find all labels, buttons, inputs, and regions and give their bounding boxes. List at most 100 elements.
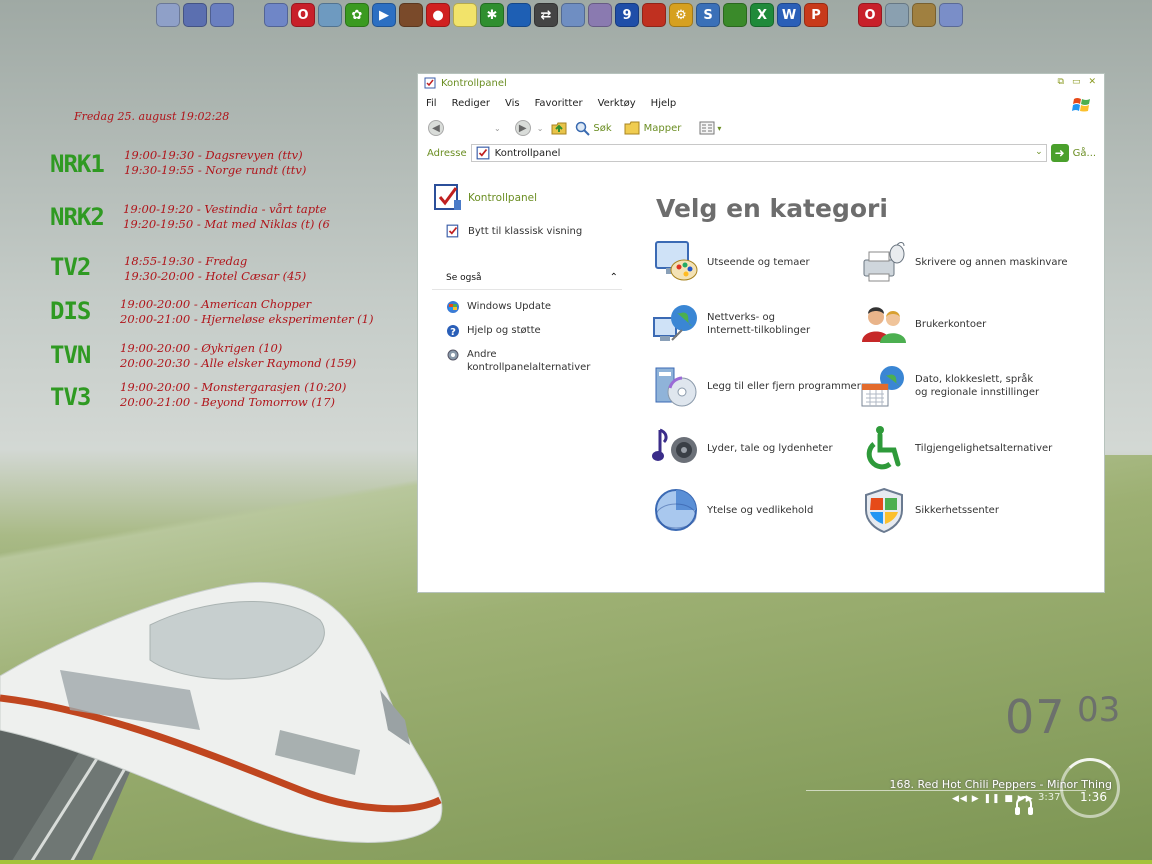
up-folder-icon[interactable] <box>551 120 567 136</box>
program-line: 19:00-20:00 - Øykrigen (10) <box>120 341 283 355</box>
book-icon[interactable] <box>183 3 207 27</box>
opera-icon[interactable]: O <box>291 3 315 27</box>
category-security-center[interactable]: Sikkerhetssenter <box>860 486 999 534</box>
brush-icon[interactable] <box>588 3 612 27</box>
address-input[interactable]: Kontrollpanel ⌄ <box>470 144 1047 162</box>
menu-vis[interactable]: Vis <box>505 98 520 109</box>
program-line: 19:30-19:55 - Norge rundt (ttv) <box>124 163 307 177</box>
note-icon[interactable] <box>453 3 477 27</box>
word-icon[interactable]: W <box>777 3 801 27</box>
gear-icon <box>447 349 459 361</box>
category-accessibility[interactable]: Tilgjengelighetsalternativer <box>860 424 1052 472</box>
forward-dropdown-icon[interactable]: ⌄ <box>537 124 544 133</box>
excel-icon[interactable]: X <box>750 3 774 27</box>
program-line: 19:00-20:00 - American Chopper <box>120 297 312 311</box>
chart-icon[interactable] <box>723 3 747 27</box>
mail-icon[interactable] <box>264 3 288 27</box>
back-dropdown-icon[interactable]: ⌄ <box>494 124 501 133</box>
category-sounds[interactable]: Lyder, tale og lydenheter <box>652 424 833 472</box>
switch-classic-view-link[interactable]: Bytt til klassisk visning <box>446 224 622 238</box>
camera-icon[interactable] <box>561 3 585 27</box>
program-line: 19:30-20:00 - Hotel Cæsar (45) <box>124 269 307 283</box>
collapse-chevron-icon[interactable]: ⌃ <box>610 272 618 283</box>
icq-icon[interactable]: ✿ <box>345 3 369 27</box>
notebook-icon[interactable] <box>210 3 234 27</box>
category-network[interactable]: Nettverks- og Internett-tilkoblinger <box>652 300 817 348</box>
see-also-help-support[interactable]: ? Hjelp og støtte <box>446 324 622 338</box>
menu-rediger[interactable]: Rediger <box>452 98 490 109</box>
channel-nrk2-programs: 19:00-19:20 - Vestindia - vårt tapte 19:… <box>123 202 330 232</box>
see-also-other-options-label: Andre kontrollpanelalternativer <box>467 349 591 373</box>
address-label: Adresse <box>427 147 467 159</box>
control-panel-window[interactable]: Kontrollpanel ⧉ ▭ ✕ Fil Rediger Vis Favo… <box>417 73 1105 593</box>
close-button[interactable]: ✕ <box>1088 77 1096 87</box>
quick-launch-bar: O ✿ ▶ ● ✱ ⇄ 9 ⚙ S X W P O <box>156 0 963 30</box>
go-label[interactable]: Gå... <box>1073 148 1096 159</box>
views-dropdown-icon[interactable]: ▾ <box>717 124 721 133</box>
category-add-remove-programs[interactable]: Legg til eller fjern programmer <box>652 362 861 410</box>
category-printers[interactable]: Skrivere og annen maskinvare <box>860 238 1068 286</box>
folders-icon <box>624 121 640 135</box>
see-also-header[interactable]: Se også ⌃ <box>432 272 622 290</box>
left-pane-title-text: Kontrollpanel <box>468 192 538 204</box>
control-panel-large-icon <box>434 184 461 210</box>
category-network-label: Nettverks- og Internett-tilkoblinger <box>707 312 811 336</box>
title-bar[interactable]: Kontrollpanel <box>418 74 1104 92</box>
channel-dis-programs: 19:00-20:00 - American Chopper 20:00-21:… <box>120 297 373 327</box>
menu-fil[interactable]: Fil <box>426 98 437 109</box>
menu-hjelp[interactable]: Hjelp <box>651 98 677 109</box>
folder-blue-icon[interactable] <box>939 3 963 27</box>
category-user-accounts[interactable]: Brukerkontoer <box>860 300 986 348</box>
player-progress-line[interactable] <box>806 790 1086 791</box>
gear-green-icon[interactable]: ✱ <box>480 3 504 27</box>
restore-button[interactable]: ⧉ <box>1058 77 1064 87</box>
category-performance-label: Ytelse og vedlikehold <box>707 504 814 516</box>
pencils-icon[interactable] <box>912 3 936 27</box>
menu-verktoy[interactable]: Verktøy <box>598 98 636 109</box>
opera-2-icon[interactable]: O <box>858 3 882 27</box>
bird-icon[interactable] <box>507 3 531 27</box>
nine-icon[interactable]: 9 <box>615 3 639 27</box>
arrows-icon[interactable]: ⇄ <box>534 3 558 27</box>
category-appearance-label: Utseende og temaer <box>707 256 810 268</box>
category-performance[interactable]: Ytelse og vedlikehold <box>652 486 813 534</box>
media-player-icon[interactable]: ▶ <box>372 3 396 27</box>
forward-button[interactable]: ▶ <box>514 120 531 136</box>
go-button[interactable]: ➜ <box>1050 144 1069 162</box>
menu-favoritter[interactable]: Favoritter <box>535 98 583 109</box>
train-illustration <box>0 581 443 864</box>
accessibility-icon <box>866 426 901 470</box>
folders-button[interactable]: Mapper <box>644 123 682 134</box>
back-button[interactable]: ◀ <box>428 120 444 136</box>
record-icon[interactable]: ● <box>426 3 450 27</box>
category-security-center-label: Sikkerhetssenter <box>915 504 999 516</box>
address-bar: Adresse Kontrollpanel ⌄ ➜ Gå... <box>418 142 1104 164</box>
category-appearance[interactable]: Utseende og temaer <box>652 238 810 286</box>
recycle-bin-icon[interactable] <box>156 3 180 27</box>
see-also-windows-update[interactable]: Windows Update <box>446 300 622 314</box>
category-printers-label: Skrivere og annen maskinvare <box>915 256 1068 268</box>
see-also-other-options[interactable]: Andre kontrollpanelalternativer <box>446 348 622 374</box>
address-dropdown-icon[interactable]: ⌄ <box>1035 147 1043 157</box>
track-total-time: 3:37 <box>1038 792 1061 803</box>
channel-tv3-programs: 19:00-20:00 - Monstergarasjen (10:20) 20… <box>120 380 346 410</box>
skype-icon[interactable]: S <box>696 3 720 27</box>
channel-tv2-programs: 18:55-19:30 - Fredag 19:30-20:00 - Hotel… <box>124 254 306 284</box>
minimize-button[interactable]: ▭ <box>1072 77 1081 87</box>
burner-icon[interactable] <box>642 3 666 27</box>
channel-tv3: TV3 <box>50 383 91 411</box>
monitor-icon[interactable] <box>885 3 909 27</box>
users-icon[interactable] <box>318 3 342 27</box>
svg-text:?: ? <box>450 327 456 338</box>
powerpoint-icon[interactable]: P <box>804 3 828 27</box>
category-add-remove-programs-label: Legg til eller fjern programmer <box>707 380 861 392</box>
film-icon[interactable] <box>399 3 423 27</box>
settings-icon[interactable]: ⚙ <box>669 3 693 27</box>
channel-nrk1: NRK1 <box>50 150 105 178</box>
search-button[interactable]: Søk <box>593 123 611 134</box>
windows-update-icon <box>447 301 459 313</box>
category-date-time-language[interactable]: Dato, klokkeslett, språk og regionale in… <box>860 362 1045 410</box>
headphones-icon[interactable] <box>1014 794 1034 816</box>
see-also-title: Se også <box>446 272 482 283</box>
views-icon[interactable] <box>699 121 715 135</box>
